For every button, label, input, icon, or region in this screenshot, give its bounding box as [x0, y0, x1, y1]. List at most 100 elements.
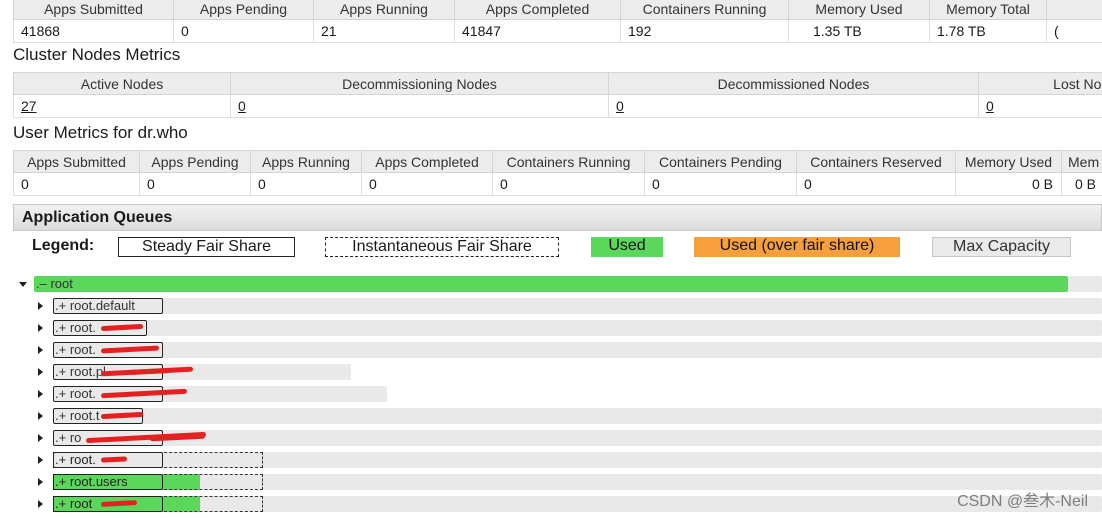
- cluster-nodes-header-row: Active Nodes Decommissioning Nodes Decom…: [13, 72, 1102, 95]
- col-user-apps-running: Apps Running: [250, 150, 362, 173]
- col-active-nodes: Active Nodes: [13, 72, 231, 95]
- queue-label[interactable]: .+ root.: [55, 452, 96, 468]
- cluster-metrics-header-row: Apps Submitted Apps Pending Apps Running…: [13, 0, 1102, 20]
- queue-label[interactable]: .+ root: [55, 496, 92, 512]
- legend-steady-fair-share: Steady Fair Share: [118, 237, 295, 257]
- val-user-memory-used: 0 B: [955, 172, 1062, 196]
- cluster-nodes-table: Active Nodes Decommissioning Nodes Decom…: [13, 72, 1102, 118]
- collapse-arrow-icon[interactable]: [19, 282, 27, 287]
- val-memory-total: 1.78 TB: [929, 19, 1047, 43]
- queue-label[interactable]: .+ root.pl: [55, 364, 106, 380]
- queue-row[interactable]: .+ root.: [0, 385, 1102, 407]
- user-metrics-table: Apps Submitted Apps Pending Apps Running…: [13, 150, 1102, 196]
- queue-row[interactable]: .+ root.pl: [0, 363, 1102, 385]
- col-user-apps-submitted: Apps Submitted: [13, 150, 140, 173]
- queue-row[interactable]: .+ root.t: [0, 407, 1102, 429]
- queue-label[interactable]: .+ root.: [55, 320, 96, 336]
- val-user-apps-completed: 0: [361, 172, 493, 196]
- queue-row[interactable]: .+ root.users: [0, 473, 1102, 495]
- expand-arrow-icon[interactable]: [38, 412, 43, 420]
- cluster-nodes-value-row: 27 0 0 0: [13, 94, 1102, 118]
- val-apps-pending: 0: [173, 19, 314, 43]
- queue-label[interactable]: .+ root.t: [55, 408, 99, 424]
- watermark: CSDN @叁木-Neil: [957, 493, 1088, 510]
- val-user-containers-reserved: 0: [796, 172, 956, 196]
- queue-row[interactable]: .+ ro: [0, 429, 1102, 451]
- decommissioning-nodes-link[interactable]: 0: [238, 98, 246, 114]
- queue-root-max-bar: [1068, 276, 1102, 292]
- col-decommissioning-nodes: Decommissioning Nodes: [230, 72, 609, 95]
- val-user-apps-pending: 0: [139, 172, 251, 196]
- col-decommissioned-nodes: Decommissioned Nodes: [608, 72, 979, 95]
- queue-root-row[interactable]: .– root: [0, 275, 1102, 297]
- val-user-apps-submitted: 0: [13, 172, 140, 196]
- expand-arrow-icon[interactable]: [38, 456, 43, 464]
- queue-root-label: .– root: [36, 276, 73, 291]
- expand-arrow-icon[interactable]: [38, 302, 43, 310]
- col-containers-running: Containers Running: [620, 0, 789, 20]
- col-lost-nodes: Lost Node: [978, 72, 1102, 95]
- expand-arrow-icon[interactable]: [38, 368, 43, 376]
- queue-max-capacity-bar: [53, 408, 1102, 424]
- col-apps-completed: Apps Completed: [454, 0, 621, 20]
- col-user-memory-truncated: Mem: [1061, 150, 1102, 173]
- col-user-apps-pending: Apps Pending: [139, 150, 251, 173]
- val-user-memory-truncated: 0 B: [1061, 172, 1102, 196]
- col-apps-running: Apps Running: [313, 0, 455, 20]
- col-apps-submitted: Apps Submitted: [13, 0, 174, 20]
- expand-arrow-icon[interactable]: [38, 390, 43, 398]
- active-nodes-link[interactable]: 27: [21, 98, 37, 114]
- col-memory-total: Memory Total: [929, 0, 1047, 20]
- col-user-containers-reserved: Containers Reserved: [796, 150, 956, 173]
- expand-arrow-icon[interactable]: [38, 324, 43, 332]
- legend-used: Used: [591, 237, 663, 257]
- expand-arrow-icon[interactable]: [38, 434, 43, 442]
- queue-label[interactable]: .+ root.default: [55, 298, 135, 314]
- queue-max-capacity-bar: [53, 430, 1102, 446]
- col-memory-used: Memory Used: [788, 0, 930, 20]
- queue-max-capacity-bar: [53, 298, 1102, 314]
- expand-arrow-icon[interactable]: [38, 478, 43, 486]
- queue-label[interactable]: .+ root.: [55, 386, 96, 402]
- queue-max-capacity-bar: [53, 342, 1102, 358]
- user-metrics-value-row: 0 0 0 0 0 0 0 0 B 0 B: [13, 172, 1102, 196]
- queue-row[interactable]: .+ root: [0, 495, 1102, 517]
- col-user-memory-used: Memory Used: [955, 150, 1062, 173]
- queue-row[interactable]: .+ root.: [0, 319, 1102, 341]
- legend-label: Legend:: [32, 237, 95, 254]
- queue-row[interactable]: .+ root.: [0, 451, 1102, 473]
- user-metrics-title: User Metrics for dr.who: [13, 123, 188, 142]
- legend-instantaneous-fair-share: Instantaneous Fair Share: [325, 237, 559, 257]
- legend-used-over-fair-share: Used (over fair share): [694, 237, 900, 257]
- application-queues-title: Application Queues: [22, 209, 173, 226]
- application-queues-header[interactable]: Application Queues: [13, 204, 1102, 231]
- user-metrics-header-row: Apps Submitted Apps Pending Apps Running…: [13, 150, 1102, 173]
- queue-row[interactable]: .+ root.default: [0, 297, 1102, 319]
- col-truncated: [1046, 0, 1102, 20]
- cluster-nodes-title: Cluster Nodes Metrics: [13, 45, 181, 64]
- val-apps-running: 21: [313, 19, 455, 43]
- lost-nodes-link[interactable]: 0: [986, 98, 994, 114]
- val-truncated: (: [1046, 19, 1102, 43]
- queue-label[interactable]: .+ ro: [55, 430, 81, 446]
- expand-arrow-icon[interactable]: [38, 346, 43, 354]
- expand-arrow-icon[interactable]: [38, 500, 43, 508]
- queue-root-used-bar[interactable]: [34, 276, 1068, 292]
- queues-legend: Legend: Steady Fair Share Instantaneous …: [13, 232, 1102, 266]
- legend-max-capacity: Max Capacity: [932, 237, 1071, 257]
- val-apps-completed: 41847: [454, 19, 621, 43]
- val-user-containers-pending: 0: [644, 172, 797, 196]
- queue-row[interactable]: .+ root.: [0, 341, 1102, 363]
- val-user-containers-running: 0: [492, 172, 645, 196]
- col-apps-pending: Apps Pending: [173, 0, 314, 20]
- queue-label[interactable]: .+ root.users: [55, 474, 128, 490]
- col-user-containers-pending: Containers Pending: [644, 150, 797, 173]
- cluster-metrics-table: Apps Submitted Apps Pending Apps Running…: [13, 0, 1102, 43]
- queue-label[interactable]: .+ root.: [55, 342, 96, 358]
- queue-max-capacity-bar: [53, 320, 1102, 336]
- decommissioned-nodes-link[interactable]: 0: [616, 98, 624, 114]
- cluster-metrics-value-row: 41868 0 21 41847 192 1.35 TB 1.78 TB (: [13, 19, 1102, 43]
- val-memory-used: 1.35 TB: [788, 19, 930, 43]
- val-containers-running: 192: [620, 19, 789, 43]
- val-user-apps-running: 0: [250, 172, 362, 196]
